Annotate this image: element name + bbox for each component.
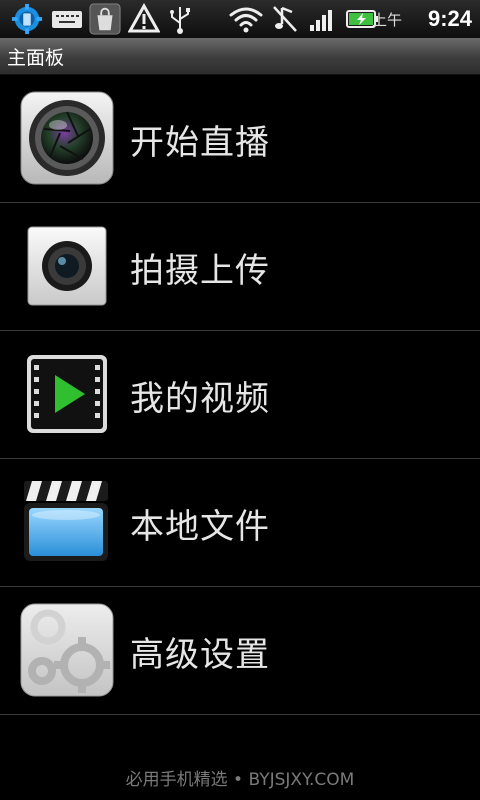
menu-item-label: 拍摄上传 [130,251,270,291]
menu-item-label: 开始直播 [130,123,270,163]
menu-item-label: 高级设置 [130,635,270,675]
menu-item-label: 本地文件 [130,507,270,547]
gears-icon [20,603,114,697]
signal-icon [310,10,332,31]
menu-item-my-videos[interactable]: 我的视频 [0,331,480,459]
clock: 9:24 [427,6,472,31]
clapperboard-icon [20,475,114,569]
camera-lens-icon [20,91,114,185]
ampm-indicator: 上午 [371,11,402,29]
page-title: 主面板 [7,47,65,69]
camera-icon [20,219,114,313]
bag-icon [89,3,121,35]
title-bar: 主面板 [0,38,480,75]
status-bar: 上午 9:24 [0,0,480,39]
menu-item-shoot-upload[interactable]: 拍摄上传 [0,203,480,331]
menu-item-live-broadcast[interactable]: 开始直播 [0,75,480,203]
menu-item-label: 我的视频 [130,379,270,419]
warning-icon [128,3,160,33]
menu-item-local-files[interactable]: 本地文件 [0,459,480,587]
wifi-icon [229,7,263,33]
settings-sync-icon [11,3,43,35]
music-off-icon [273,6,297,32]
usb-icon [170,7,190,34]
menu-item-advanced-settings[interactable]: 高级设置 [0,587,480,715]
menu-list: 开始直播 拍摄上传 我的视频 本地文件 高级设置 [0,75,480,715]
video-play-icon [20,347,114,441]
keyboard-icon [52,11,82,28]
watermark-text: 必用手机精选 • BYJSJXY.COM [125,770,355,790]
